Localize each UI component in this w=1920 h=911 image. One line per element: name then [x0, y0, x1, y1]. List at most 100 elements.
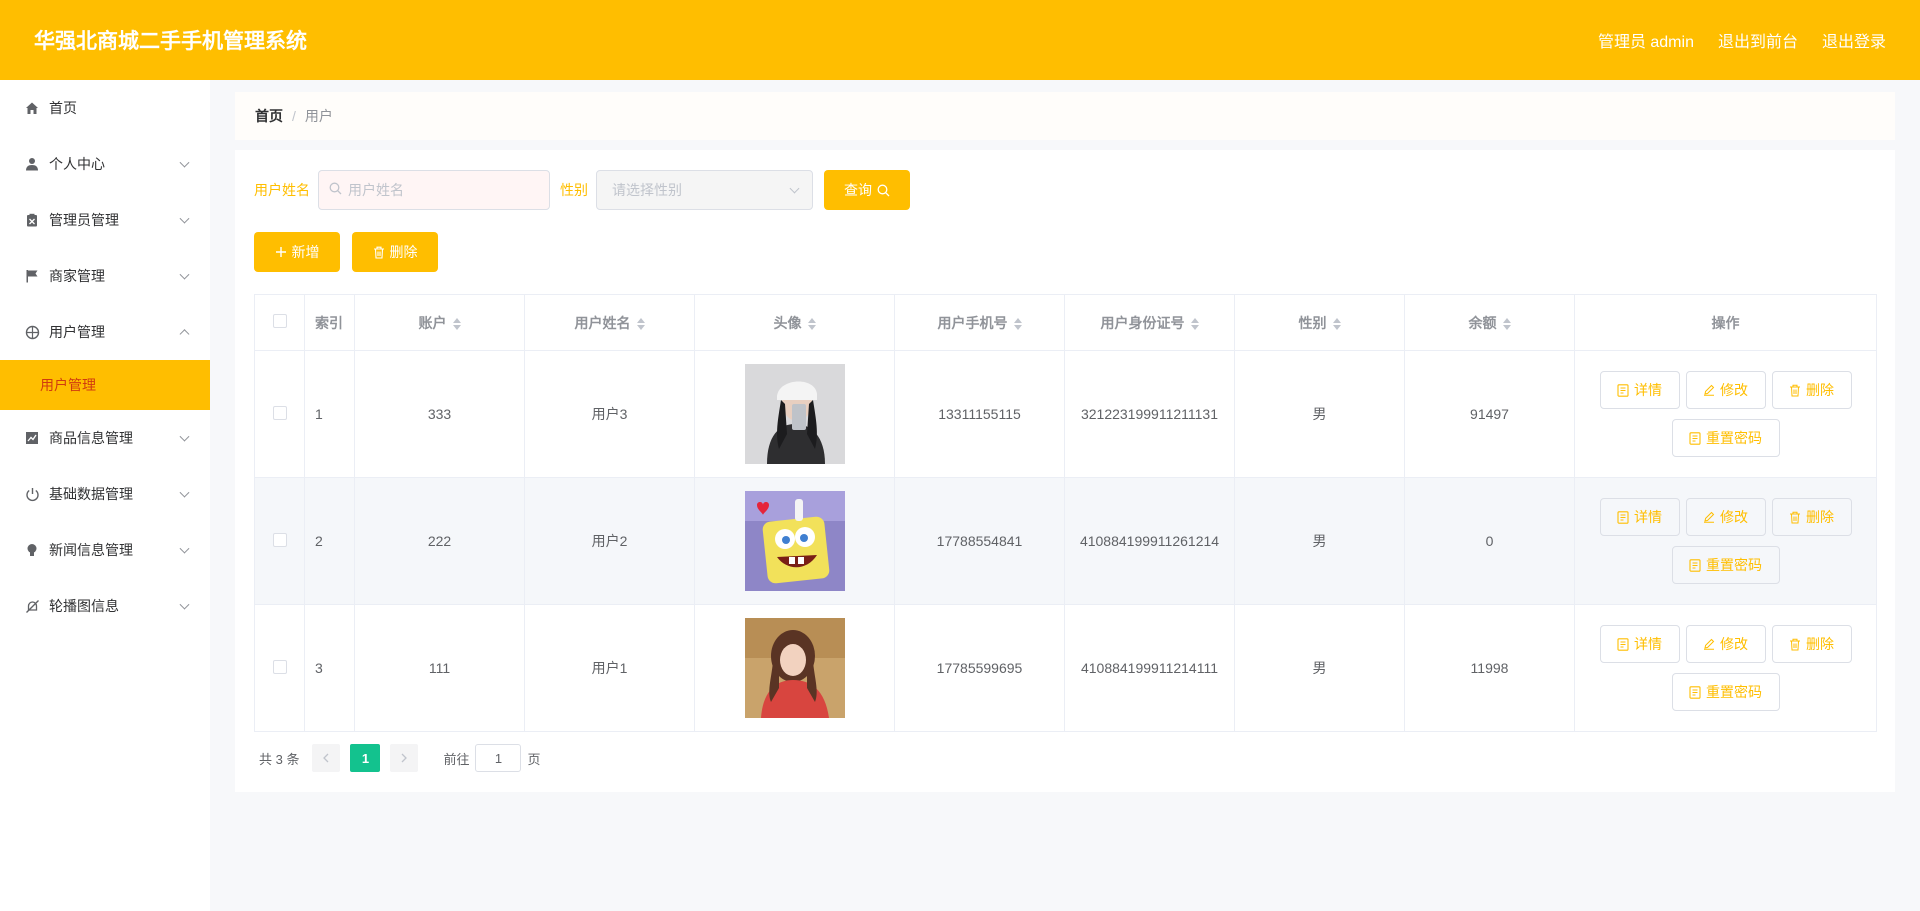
column-header-avatar[interactable]: 头像: [694, 294, 895, 351]
trash-icon: [373, 246, 385, 259]
sidebar-item-basic-data[interactable]: 基础数据管理: [0, 466, 210, 522]
cell-balance: 91497: [1404, 350, 1575, 478]
name-search-input[interactable]: 用户姓名: [318, 170, 550, 210]
sort-icon[interactable]: [636, 317, 645, 330]
edit-button[interactable]: 修改: [1685, 625, 1766, 663]
breadcrumb-current: 用户: [304, 108, 333, 124]
chevron-down-icon: [179, 487, 190, 498]
main-content: 首页 / 用户 用户姓名 用户姓名 性别 请选择性别 查询 新增 删除 索引 账…: [235, 92, 1895, 792]
table-row: 1 333 用户3 13311155115 321223199911211131…: [254, 350, 1877, 478]
reset-password-button[interactable]: 重置密码: [1671, 673, 1780, 711]
query-button[interactable]: 查询: [824, 170, 910, 210]
sort-icon[interactable]: [1013, 317, 1022, 330]
action-buttons: 新增 删除: [254, 232, 1876, 272]
breadcrumb-home[interactable]: 首页: [255, 106, 283, 126]
name-filter-label: 用户姓名: [254, 182, 310, 198]
sort-icon[interactable]: [1502, 317, 1511, 330]
sort-icon[interactable]: [1332, 317, 1341, 330]
column-header-label: 头像: [773, 314, 802, 331]
sidebar-item-users[interactable]: 用户管理: [0, 304, 210, 360]
column-header-balance[interactable]: 余额: [1404, 294, 1575, 351]
sort-icon[interactable]: [452, 317, 461, 330]
detail-button[interactable]: 详情: [1599, 371, 1680, 409]
sidebar-item-admin[interactable]: 管理员管理: [0, 192, 210, 248]
cell-balance: 0: [1404, 477, 1575, 605]
gender-select-placeholder: 请选择性别: [612, 182, 682, 198]
avatar[interactable]: [744, 364, 845, 464]
prev-page-button[interactable]: [312, 744, 341, 772]
reset-password-button[interactable]: 重置密码: [1671, 546, 1780, 584]
detail-button[interactable]: 详情: [1599, 625, 1680, 663]
document-icon: [1689, 558, 1701, 572]
goto-page-input[interactable]: 1: [475, 744, 522, 772]
plus-icon: [275, 246, 287, 258]
column-header-phone[interactable]: 用户手机号: [894, 294, 1065, 351]
sidebar-item-products[interactable]: 商品信息管理: [0, 410, 210, 466]
delete-button[interactable]: 删除: [1771, 371, 1852, 409]
page-number-current[interactable]: 1: [350, 744, 381, 772]
sidebar-item-merchant[interactable]: 商家管理: [0, 248, 210, 304]
cell-name: 用户3: [524, 350, 695, 478]
chevron-right-icon: [402, 753, 408, 763]
reset-password-button-label: 重置密码: [1706, 557, 1762, 573]
sidebar: 首页 个人中心 管理员管理 商家管理 用户管理 用户管理 商品信息管理 基础数据…: [0, 80, 210, 911]
column-header-name[interactable]: 用户姓名: [524, 294, 695, 351]
edit-icon: [1704, 384, 1715, 396]
cell-index: 1: [304, 350, 355, 478]
avatar[interactable]: [744, 491, 845, 591]
flag-icon: [24, 268, 40, 284]
row-checkbox[interactable]: [272, 405, 287, 420]
delete-button-label: 删除: [1806, 382, 1834, 398]
cell-account: 333: [354, 350, 525, 478]
column-header-label: 用户手机号: [937, 314, 1008, 331]
delete-button-label: 删除: [1806, 509, 1834, 525]
column-header-gender[interactable]: 性别: [1234, 294, 1405, 351]
delete-button[interactable]: 删除: [1771, 625, 1852, 663]
sidebar-item-home[interactable]: 首页: [0, 80, 210, 136]
edit-button[interactable]: 修改: [1685, 371, 1766, 409]
row-checkbox[interactable]: [272, 659, 287, 674]
delete-button[interactable]: 删除: [1771, 498, 1852, 536]
select-all-checkbox[interactable]: [272, 314, 287, 328]
column-header-id-card[interactable]: 用户身份证号: [1064, 294, 1235, 351]
next-page-button[interactable]: [390, 744, 419, 772]
edit-button[interactable]: 修改: [1685, 498, 1766, 536]
gender-select[interactable]: 请选择性别: [596, 170, 813, 210]
column-header-account[interactable]: 账户: [354, 294, 525, 351]
sidebar-item-label: 新闻信息管理: [49, 542, 133, 558]
detail-button[interactable]: 详情: [1599, 498, 1680, 536]
chevron-down-icon: [789, 183, 800, 194]
power-icon: [24, 486, 40, 502]
reset-password-button-label: 重置密码: [1706, 684, 1762, 700]
cell-name: 用户1: [524, 604, 695, 732]
content-panel: 用户姓名 用户姓名 性别 请选择性别 查询 新增 删除 索引 账户 用户姓名 头…: [235, 150, 1895, 792]
sidebar-item-label: 商品信息管理: [49, 430, 133, 446]
sidebar-item-label: 轮播图信息: [49, 598, 119, 614]
column-header-label: 余额: [1468, 314, 1497, 331]
sidebar-subitem-user-management[interactable]: 用户管理: [0, 360, 210, 410]
add-button[interactable]: 新增: [254, 232, 340, 272]
logout-link[interactable]: 退出登录: [1822, 28, 1886, 52]
sidebar-item-profile[interactable]: 个人中心: [0, 136, 210, 192]
avatar[interactable]: [744, 618, 845, 718]
batch-delete-button[interactable]: 删除: [352, 232, 438, 272]
table-header-row: 索引 账户 用户姓名 头像 用户手机号 用户身份证号 性别 余额 操作: [254, 294, 1877, 351]
column-header-label: 用户身份证号: [1100, 314, 1185, 331]
cell-id-card: 321223199911211131: [1064, 350, 1235, 478]
top-header: 华强北商城二手手机管理系统 管理员 admin 退出到前台 退出登录: [0, 0, 1920, 80]
sort-icon[interactable]: [807, 317, 816, 330]
row-checkbox[interactable]: [272, 532, 287, 547]
reset-password-button[interactable]: 重置密码: [1671, 419, 1780, 457]
to-front-link[interactable]: 退出到前台: [1718, 28, 1798, 52]
sidebar-item-carousel[interactable]: 轮播图信息: [0, 578, 210, 634]
cell-avatar: [694, 350, 895, 478]
page-suffix: 页: [527, 751, 541, 767]
sidebar-item-news[interactable]: 新闻信息管理: [0, 522, 210, 578]
chart-icon: [24, 430, 40, 446]
chevron-up-icon: [179, 329, 190, 340]
sidebar-item-label: 个人中心: [49, 156, 105, 172]
detail-button-label: 详情: [1634, 382, 1662, 398]
document-icon: [1617, 510, 1629, 524]
sort-icon[interactable]: [1190, 317, 1199, 330]
cell-actions: 详情 修改 删除 重置密码: [1574, 477, 1877, 605]
